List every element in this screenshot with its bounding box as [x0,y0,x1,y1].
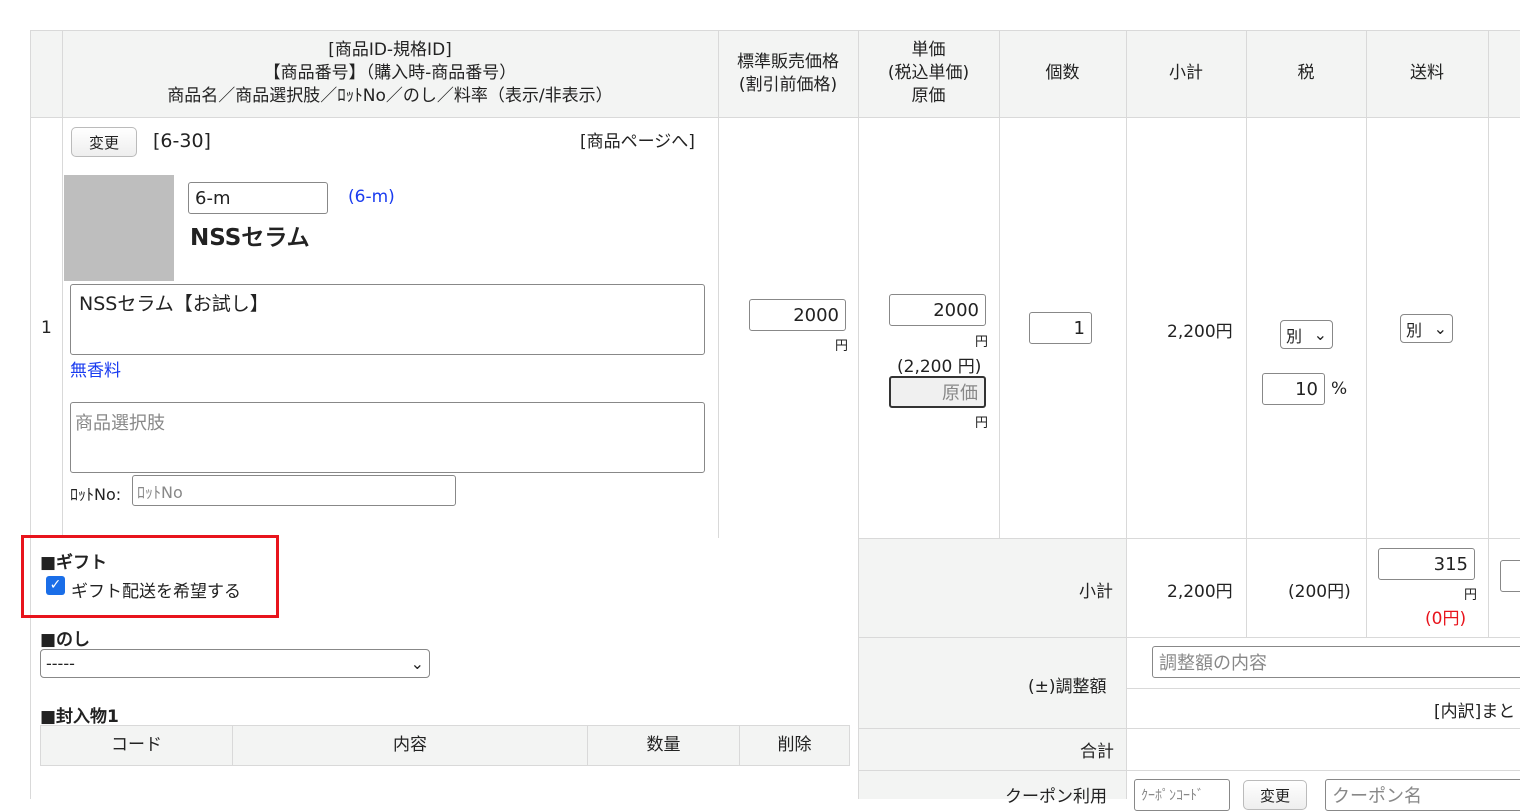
summary-tax: (200円) [1288,582,1351,602]
noshi-select[interactable]: ----- ⌄ [40,649,430,678]
header-line: (税込単価) [887,63,970,83]
yen-label: 円 [975,335,989,350]
shipping-total-input[interactable]: 315 [1378,548,1475,580]
enclosure-table-header: コード 内容 数量 削除 [40,725,850,766]
header-product: [商品ID-規格ID] 【商品番号】（購入時-商品番号） 商品名／商品選択肢／ﾛ… [62,30,718,117]
qty-input[interactable]: 1 [1029,312,1092,344]
row-index: 1 [41,318,52,338]
tax-incl-price: (2,200 円) [897,357,982,377]
yen-label: 円 [975,416,989,431]
enclosure-col-content: 内容 [233,726,588,765]
product-name: NSSセラム [190,225,310,251]
coupon-code-input[interactable]: ｸｰﾎﾟﾝｺｰﾄﾞ [1134,779,1230,811]
std-price-input[interactable]: 2000 [749,299,846,331]
header-std-price: 標準販売価格 (割引前価格) [718,30,858,117]
percent-label: % [1331,379,1348,399]
enclosure-col-code: コード [41,726,233,765]
header-line: 【商品番号】（購入時-商品番号） [263,63,517,83]
option-textarea[interactable]: 商品選択肢 [70,402,705,473]
gift-checkbox-label[interactable]: ギフト配送を希望する [71,577,241,602]
coupon-name-input[interactable]: クーポン名 [1325,779,1520,811]
coupon-change-button[interactable]: 変更 [1243,780,1307,810]
enclosure-heading: ■封入物1 [40,707,119,727]
product-thumbnail [64,175,174,281]
change-product-button[interactable]: 変更 [71,127,137,157]
header-shipping: 送料 [1410,63,1444,83]
header-line: 単価 [911,40,946,60]
shipping-select[interactable]: 別 ⌄ [1400,314,1453,343]
product-page-link[interactable]: [商品ページへ] [580,127,695,152]
adjust-label: (±)調整額 [1028,677,1107,697]
gift-heading: ■ギフト [40,553,108,573]
adjust-content-input[interactable]: 調整額の内容 [1152,646,1520,678]
shipping-select-value: 別 [1406,320,1423,340]
option-link[interactable]: 無香料 [70,356,121,381]
noshi-heading: ■のし [40,630,91,650]
shipping-note: (0円) [1425,609,1467,629]
header-line: 原価 [911,86,946,106]
tax-rate-input[interactable]: 10 [1262,373,1325,405]
cost-input[interactable]: 原価 [889,376,986,408]
row-subtotal: 2,200円 [1167,322,1233,342]
chevron-down-icon: ⌄ [410,654,424,673]
total-label: 合計 [1080,742,1114,762]
yen-label: 円 [1464,588,1478,603]
extra-input[interactable] [1500,560,1520,592]
coupon-label: クーポン利用 [1005,787,1107,807]
chevron-down-icon: ⌄ [1433,319,1447,338]
gift-checkbox[interactable]: ✓ [46,576,65,595]
header-unit-price: 単価 (税込単価) 原価 [858,30,999,117]
summary-subtotal: 2,200円 [1167,582,1233,602]
enclosure-col-delete: 削除 [777,735,812,755]
product-name-textarea[interactable]: NSSセラム【お試し】 [70,284,705,355]
product-number-input[interactable]: 6-m [188,182,328,214]
tax-select-value: 別 [1286,326,1303,346]
lot-input[interactable]: ﾛｯﾄNo [132,475,456,506]
yen-label: 円 [835,339,849,354]
enclosure-col-qty: 数量 [588,726,740,765]
lot-label: ﾛｯﾄNo: [70,485,122,504]
header-subtotal: 小計 [1169,63,1203,83]
unit-price-input[interactable]: 2000 [889,294,986,326]
tax-select[interactable]: 別 ⌄ [1280,320,1333,349]
summary-subtotal-label: 小計 [1079,582,1113,602]
header-line: 商品名／商品選択肢／ﾛｯﾄNo／のし／料率（表示/非表示） [167,86,613,106]
chevron-down-icon: ⌄ [1313,325,1327,344]
product-id: [6-30] [153,130,211,152]
header-qty: 個数 [1045,63,1080,83]
noshi-select-value: ----- [46,654,75,673]
header-line: 標準販売価格 [737,51,839,72]
header-line: [商品ID-規格ID] [328,40,452,60]
header-tax: 税 [1297,63,1315,83]
header-line: (割引前価格) [738,74,838,95]
breakdown-link[interactable]: [内訳]まと [1434,697,1515,722]
purchase-number: (6-m) [348,187,395,207]
